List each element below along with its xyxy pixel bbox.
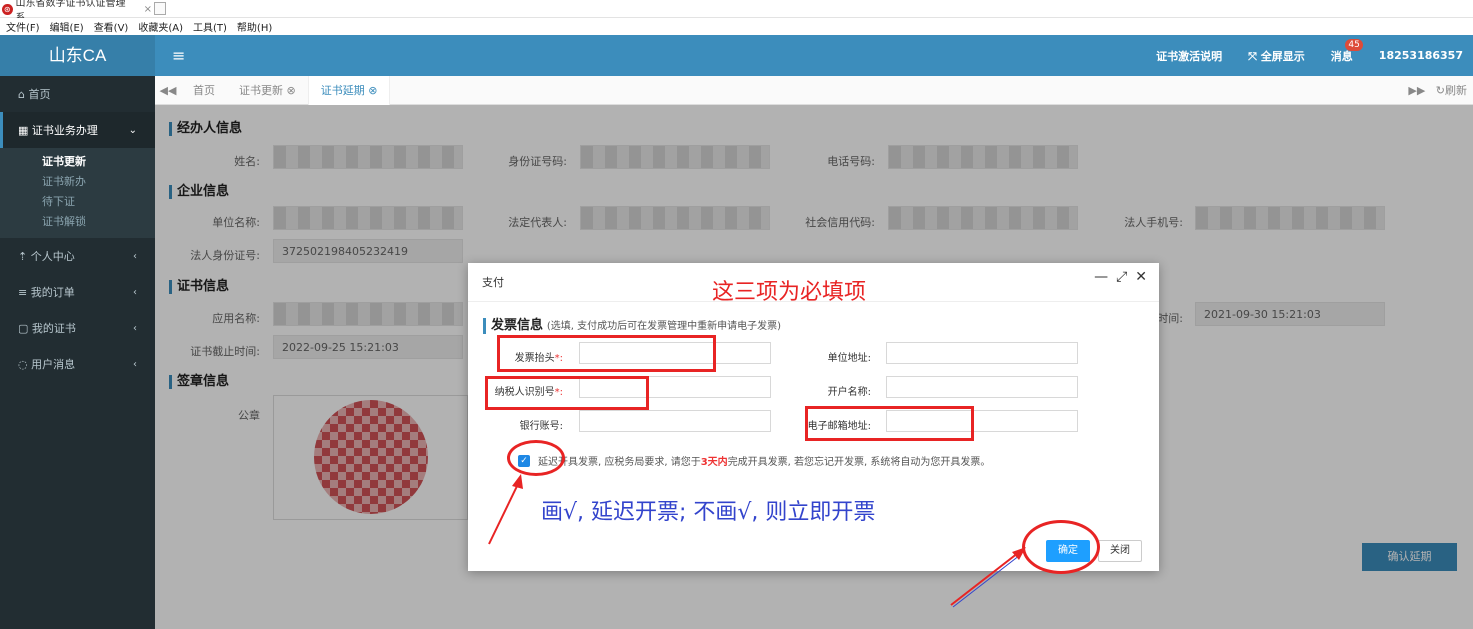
certificate-icon: ▢ [18, 321, 32, 335]
refresh-icon: ↻ [1435, 84, 1445, 97]
content-tab-bar: ◀◀ 首页 证书更新 ⊗ 证书延期 ⊗ ▶▶ ↻刷新 [155, 75, 1473, 105]
close-tab-icon[interactable]: × [144, 4, 152, 15]
browser-tab-bar: ⊛ 山东省数字证书认证管理系... × [0, 0, 1473, 24]
sidebar-sub-unlock[interactable]: 证书解锁 [0, 212, 155, 232]
delay-invoice-text: 延迟开具发票, 应税务局要求, 请您于3天内完成开具发票, 若您忘记开发票, 系… [538, 453, 990, 468]
account-name-input[interactable] [886, 376, 1078, 398]
delay-invoice-row: ✓ 延迟开具发票, 应税务局要求, 请您于3天内完成开具发票, 若您忘记开发票,… [518, 453, 990, 468]
account-name-label: 开户名称: [827, 387, 871, 398]
bank-account-label: 银行账号: [519, 421, 563, 432]
menu-edit[interactable]: 编辑(E) [50, 19, 84, 34]
sidebar-item-label: 首页 [28, 88, 51, 101]
invoice-title-highlight [497, 335, 716, 372]
tab-label: 证书更新 [239, 83, 283, 97]
tab-cert-extend[interactable]: 证书延期 ⊗ [307, 75, 391, 105]
tabs-scroll-right-icon[interactable]: ▶▶ [1408, 84, 1425, 97]
user-phone[interactable]: 18253186357 [1379, 49, 1463, 62]
delay-text-highlight: 3天内 [700, 457, 728, 468]
checkbox-highlight [507, 440, 565, 476]
user-icon: ⇡ [18, 249, 31, 263]
grid-icon: ▦ [18, 123, 32, 137]
sidebar-item-label: 我的证书 [31, 322, 76, 335]
browser-menu-bar: 文件(F) 编辑(E) 查看(V) 收藏夹(A) 工具(T) 帮助(H) [0, 18, 1473, 35]
tabs-scroll-left-icon[interactable]: ◀◀ [155, 84, 181, 97]
ok-button-highlight [1022, 520, 1100, 574]
close-tab-icon[interactable]: ⊗ [368, 84, 377, 97]
company-address-input[interactable] [886, 342, 1078, 364]
sidebar-submenu: 证书更新 证书新办 待下证 证书解锁 [0, 148, 155, 238]
sidebar-item-home[interactable]: ⌂ 首页 [0, 76, 155, 112]
close-tab-icon[interactable]: ⊗ [287, 84, 296, 97]
checkbox-annotation: 画√, 延迟开票; 不画√, 则立即开票 [541, 500, 876, 525]
sidebar-item-label: 个人中心 [30, 250, 75, 263]
email-highlight [805, 406, 974, 441]
tab-tools: ▶▶ ↻刷新 [1408, 76, 1467, 105]
new-tab-button[interactable] [154, 2, 166, 15]
chat-icon: ◌ [18, 357, 32, 371]
chevron-down-icon: ⌄ [128, 124, 137, 136]
tab-home[interactable]: 首页 [181, 76, 227, 105]
messages-button[interactable]: 消息 45 [1330, 38, 1363, 64]
taxpayer-id-highlight [485, 376, 649, 410]
close-icon[interactable]: ✕ [1135, 269, 1147, 285]
sidebar-item-personal[interactable]: ⇡ 个人中心 ‹ [0, 238, 155, 274]
sidebar-item-certs[interactable]: ▢ 我的证书 ‹ [0, 310, 155, 346]
sidebar-sub-cert-update[interactable]: 证书更新 [0, 152, 155, 172]
header-actions: 证书激活说明 ⤧ 全屏显示 消息 45 18253186357 [1130, 35, 1463, 76]
sidebar-item-label: 证书业务办理 [31, 124, 98, 137]
delay-text-part: 完成开具发票, 若您忘记开发票, 系统将自动为您开具发票。 [727, 457, 991, 468]
chevron-left-icon: ‹ [133, 250, 137, 262]
menu-tools[interactable]: 工具(T) [193, 19, 227, 34]
sidebar-sub-cert-new[interactable]: 证书新办 [0, 172, 155, 192]
company-address-label: 单位地址: [827, 353, 871, 364]
sidebar-item-business[interactable]: ▦ 证书业务办理 ⌄ [0, 112, 155, 148]
sidebar-item-label: 用户消息 [31, 358, 76, 371]
sidebar: ⌂ 首页 ▦ 证书业务办理 ⌄ 证书更新 证书新办 待下证 证书解锁 ⇡ 个人中… [0, 76, 155, 629]
site-favicon-icon: ⊛ [2, 3, 13, 15]
fullscreen-label: 全屏显示 [1260, 49, 1305, 63]
sidebar-sub-pending[interactable]: 待下证 [0, 192, 155, 212]
minimize-icon[interactable]: — [1094, 269, 1108, 285]
chevron-left-icon: ‹ [133, 322, 137, 334]
sidebar-item-orders[interactable]: ≡ 我的订单 ‹ [0, 274, 155, 310]
refresh-label: 刷新 [1445, 84, 1467, 97]
fullscreen-button[interactable]: ⤧ 全屏显示 [1248, 48, 1305, 64]
menu-view[interactable]: 查看(V) [94, 19, 129, 34]
home-icon: ⌂ [18, 87, 29, 101]
browser-tab[interactable]: ⊛ 山东省数字证书认证管理系... × [2, 0, 152, 24]
bank-account-input[interactable] [579, 410, 771, 432]
menu-favorites[interactable]: 收藏夹(A) [138, 19, 183, 34]
maximize-icon[interactable]: ⤢ [1116, 269, 1127, 285]
refresh-button[interactable]: ↻刷新 [1436, 84, 1467, 97]
messages-label: 消息 [1330, 49, 1353, 63]
chevron-left-icon: ‹ [133, 286, 137, 298]
close-button[interactable]: 关闭 [1098, 540, 1142, 562]
dialog-title: 支付 [482, 276, 504, 289]
chevron-left-icon: ‹ [133, 358, 137, 370]
invoice-section-note: (选填, 支付成功后可在发票管理中重新申请电子发票) [546, 321, 782, 332]
required-fields-annotation: 这三项为必填项 [712, 280, 867, 305]
hamburger-menu-icon[interactable]: ≡ [172, 46, 185, 65]
message-count-badge: 45 [1345, 38, 1363, 51]
dialog-controls: — ⤢ ✕ [1094, 269, 1147, 285]
sidebar-item-label: 我的订单 [30, 286, 75, 299]
invoice-section-heading: 发票信息 [491, 318, 544, 333]
menu-help[interactable]: 帮助(H) [237, 19, 272, 34]
list-icon: ≡ [18, 285, 31, 299]
app-header: 山东CA ≡ 证书激活说明 ⤧ 全屏显示 消息 45 18253186357 [0, 35, 1473, 76]
app-logo[interactable]: 山东CA [0, 35, 155, 76]
activation-help-link[interactable]: 证书激活说明 [1156, 48, 1222, 64]
invoice-section-title: 发票信息 (选填, 支付成功后可在发票管理中重新申请电子发票) [483, 318, 781, 334]
tab-label: 证书延期 [320, 83, 365, 97]
tab-cert-update[interactable]: 证书更新 ⊗ [227, 76, 308, 105]
menu-file[interactable]: 文件(F) [6, 19, 40, 34]
sidebar-item-user-msgs[interactable]: ◌ 用户消息 ‹ [0, 346, 155, 382]
fullscreen-icon: ⤧ [1248, 49, 1261, 63]
